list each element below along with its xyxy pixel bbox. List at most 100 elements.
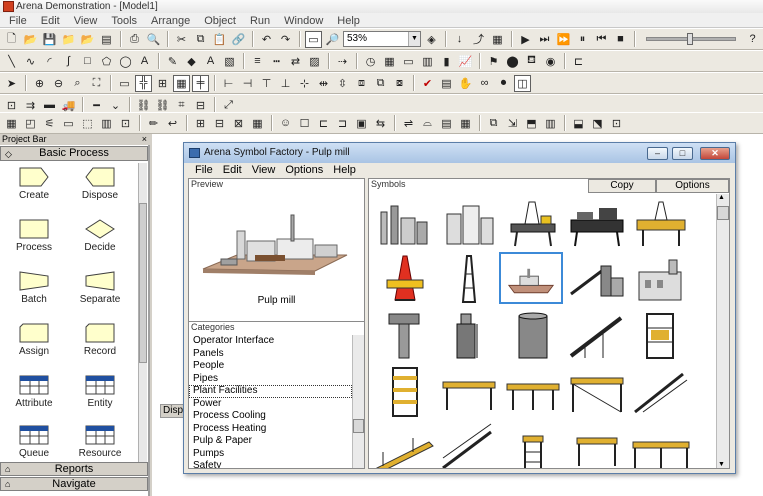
align-bottom-icon[interactable]: ⊥ [277,75,294,92]
slider-thumb[interactable] [687,33,693,45]
module-record[interactable]: Record [68,319,132,367]
module-assign[interactable]: Assign [2,319,66,367]
list-item[interactable]: Pumps [189,448,352,461]
menu-view[interactable]: View [67,13,105,27]
polygon-icon[interactable]: ⬠ [98,53,115,70]
view-all-icon[interactable]: ⛶ [88,75,105,92]
zoom-icon[interactable]: 🔎 [324,31,341,48]
dialog-menu-view[interactable]: View [247,163,281,178]
module-dispose[interactable]: Dispose [68,163,132,211]
module-entity[interactable]: Entity [68,371,132,419]
inclined-conveyor-symbol[interactable] [565,310,629,362]
template-attach-icon[interactable]: 📁 [60,31,77,48]
space-horizontally-icon[interactable]: ⇹ [315,75,332,92]
oil-derrick-symbol[interactable] [373,254,437,306]
layer-icon[interactable]: ▤ [98,31,115,48]
route-pic-icon[interactable]: ⇆ [372,115,389,132]
align-right-icon[interactable]: ⊣ [239,75,256,92]
station-pic-icon[interactable]: ▣ [353,115,370,132]
animate-icon[interactable]: ⬔ [589,115,606,132]
print-icon[interactable]: ⎙ [126,31,143,48]
cut-icon[interactable]: ✂ [173,31,190,48]
print-preview-icon[interactable]: 🔍 [145,31,162,48]
view-toggle-icon[interactable]: ▭ [305,30,322,48]
properties-icon[interactable]: ⊡ [608,115,625,132]
make-same-size-icon[interactable]: ⧈ [353,75,370,92]
connect-icon[interactable]: ⤴ [470,31,487,48]
module-attribute[interactable]: Attribute [2,371,66,419]
close-icon[interactable]: × [142,134,147,145]
zoom-in-icon[interactable]: ⊕ [31,75,48,92]
list-item[interactable]: Power [189,398,352,411]
box-icon[interactable]: □ [79,53,96,70]
basic-process-panel-header[interactable]: ◇ Basic Process [0,146,148,161]
submodel-down-icon[interactable]: ↓ [451,31,468,48]
menu-arrange[interactable]: Arrange [144,13,197,27]
grid-icon[interactable]: ╬ [135,74,152,92]
date-icon[interactable]: ▦ [381,53,398,70]
hand-icon[interactable]: ✋ [457,75,474,92]
scrollbar-thumb[interactable] [139,203,147,363]
undo-icon[interactable]: ↶ [258,31,275,48]
scroll-down-icon[interactable]: ▼ [718,461,725,468]
arrow-style-icon[interactable]: ⇄ [287,53,304,70]
fast-forward-icon[interactable]: ⏩ [555,31,572,48]
paste-icon[interactable]: 📋 [211,31,228,48]
network-link-icon[interactable]: ⛓ [154,97,171,114]
fill-color-icon[interactable]: ◆ [183,53,200,70]
silo-tank-symbol[interactable] [437,310,501,362]
design-mode-icon[interactable]: ◰ [22,115,39,132]
arc-icon[interactable]: ◜ [41,53,58,70]
intersection-icon[interactable]: ⌗ [173,97,190,114]
space-vertically-icon[interactable]: ⇳ [334,75,351,92]
calendar-icon[interactable]: ▦ [249,115,266,132]
options-button[interactable]: Options [656,179,729,193]
list-item[interactable]: Pipes [189,373,352,386]
sheet-icon[interactable]: ▥ [98,115,115,132]
dialog-menu-edit[interactable]: Edit [218,163,247,178]
report-icon[interactable]: ▤ [438,75,455,92]
station-icon[interactable]: ▦ [489,31,506,48]
new-file-icon[interactable]: 🗋 [3,31,20,48]
collapse-icon[interactable]: ◇ [5,148,12,161]
table-icon[interactable]: ▤ [438,115,455,132]
list-item[interactable]: Process Heating [189,423,352,436]
animation-speed-slider[interactable] [646,33,736,45]
stop-icon[interactable]: ■ [612,31,629,48]
module-separate[interactable]: Separate [68,267,132,315]
zoom-out-icon[interactable]: ⊖ [50,75,67,92]
module-process[interactable]: Process [2,215,66,263]
seize-icon[interactable]: ⊏ [315,115,332,132]
entity-pic-icon[interactable]: ☺ [277,115,294,132]
segment-icon[interactable]: ━ [88,97,105,114]
go-icon[interactable]: ▶ [517,31,534,48]
menu-edit[interactable]: Edit [34,13,67,27]
oil-platform-symbol[interactable] [565,198,629,250]
ramp-walkway-symbol[interactable] [373,422,437,468]
split-screen-icon[interactable]: ◫ [514,74,531,92]
text-color-icon[interactable]: A [202,53,219,70]
submodel-icon[interactable]: ⬓ [570,115,587,132]
ellipse-icon[interactable]: ◯ [117,53,134,70]
storage-tanks-symbol[interactable] [437,198,501,250]
zoom-fit-icon[interactable]: ⌕ [69,75,86,92]
factory-building-symbol[interactable] [629,254,693,306]
snap-to-grid-icon[interactable]: ▦ [173,74,190,92]
list-item-selected[interactable]: Plant Facilities [189,385,352,398]
reports-panel-header[interactable]: ⌂ Reports [0,462,148,476]
text-icon[interactable]: A [136,53,153,70]
refinery-symbol[interactable] [373,198,437,250]
copy-model-icon[interactable]: ⧉ [485,115,502,132]
watch-icon[interactable]: ⊠ [230,115,247,132]
list-item[interactable]: Safety [189,460,352,468]
water-tower-symbol[interactable] [373,310,437,362]
station-marker-icon[interactable]: ⊡ [3,97,20,114]
scrollbar-thumb[interactable] [717,206,729,220]
close-icon[interactable]: ✕ [700,147,730,160]
menu-window[interactable]: Window [277,13,330,27]
status-icon[interactable]: ⬤ [504,53,521,70]
step-icon[interactable]: ⏭ [536,31,553,48]
histogram-icon[interactable]: ▮ [438,53,455,70]
chevron-down-icon[interactable]: ▼ [408,32,420,46]
record-icon[interactable]: ⏺ [495,75,512,92]
